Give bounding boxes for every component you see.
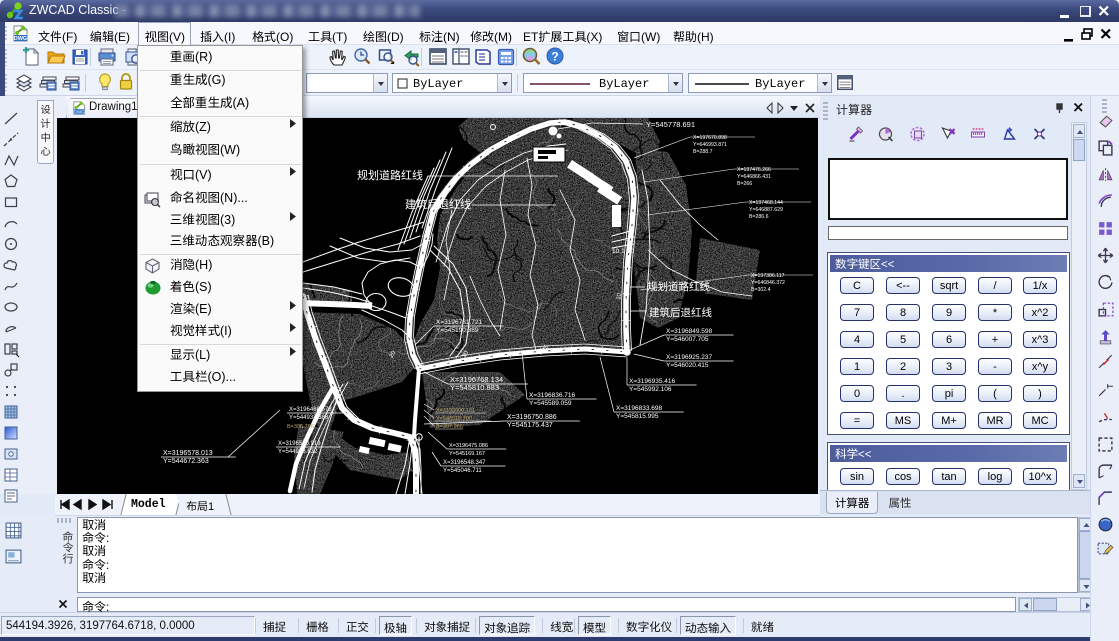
svg-text:X=3196925.237: X=3196925.237: [666, 354, 712, 361]
svg-text:X=197468.144: X=197468.144: [749, 200, 783, 206]
svg-text:Y=545589.059: Y=545589.059: [529, 400, 572, 407]
svg-text:规划道路红线: 规划道路红线: [357, 168, 423, 182]
svg-text:Y=546020.415: Y=546020.415: [666, 362, 709, 369]
svg-text:X=3196578.013: X=3196578.013: [163, 450, 213, 457]
svg-text:?: ?: [551, 50, 558, 64]
svg-text:DWG: DWG: [14, 36, 27, 42]
svg-text:X=197476.266: X=197476.266: [737, 167, 771, 173]
svg-text:10 1 20: 10 1 20: [612, 248, 634, 255]
svg-text:规划道路红线: 规划道路红线: [647, 280, 710, 293]
svg-text:B=306.766: B=306.766: [287, 424, 314, 430]
svg-text:X=3196468.578: X=3196468.578: [289, 407, 332, 413]
svg-text:B=288.7: B=288.7: [693, 149, 713, 155]
svg-text:建筑后退红线: 建筑后退红线: [649, 306, 712, 319]
svg-text:X=3196500.919: X=3196500.919: [278, 441, 321, 447]
svg-text:Y=544672.363: Y=544672.363: [163, 458, 209, 465]
svg-text:X=3196849.598: X=3196849.598: [666, 328, 712, 335]
svg-text:Y=545815.995: Y=545815.995: [616, 413, 659, 420]
svg-text:X=197670.898: X=197670.898: [693, 135, 727, 141]
svg-text:Y=545175.437: Y=545175.437: [507, 422, 553, 429]
svg-text:Y=646887.629: Y=646887.629: [749, 207, 783, 213]
svg-text:B=286.6: B=286.6: [749, 214, 769, 220]
svg-text:Y=545992.106: Y=545992.106: [629, 386, 672, 393]
svg-text:DWG: DWG: [74, 109, 86, 114]
svg-text:Y=545778.691: Y=545778.691: [646, 120, 695, 129]
svg-text:X=197386.117: X=197386.117: [751, 273, 785, 279]
svg-text:Y=546007.705: Y=546007.705: [666, 336, 709, 343]
svg-text:Y=544936.632: Y=544936.632: [278, 449, 318, 455]
svg-text:Y=646866.431: Y=646866.431: [737, 174, 771, 180]
svg-text:Y=544938.388: Y=544938.388: [289, 415, 329, 421]
svg-text:X=3196836.716: X=3196836.716: [529, 392, 575, 399]
svg-text:Y=545190.389: Y=545190.389: [436, 327, 479, 334]
svg-text:Y=545046.711: Y=545046.711: [443, 468, 482, 474]
svg-text:Y=545169.167: Y=545169.167: [449, 451, 485, 457]
svg-text:X=3196935.416: X=3196935.416: [629, 378, 675, 385]
svg-text:X=3196548.347: X=3196548.347: [443, 460, 486, 466]
svg-text:Y=646846.372: Y=646846.372: [751, 280, 785, 286]
svg-text:X=3196750.886: X=3196750.886: [507, 414, 557, 421]
svg-text:X=3196781.721: X=3196781.721: [436, 319, 482, 326]
svg-text:B=266: B=266: [737, 181, 752, 187]
svg-text:建筑后退红线: 建筑后退红线: [405, 197, 471, 211]
svg-text:Y=646993.871: Y=646993.871: [693, 142, 727, 148]
svg-text:B=302.4: B=302.4: [751, 287, 771, 293]
svg-text:X=3196475.086: X=3196475.086: [449, 443, 488, 449]
svg-text:X=3196833.698: X=3196833.698: [616, 405, 662, 412]
